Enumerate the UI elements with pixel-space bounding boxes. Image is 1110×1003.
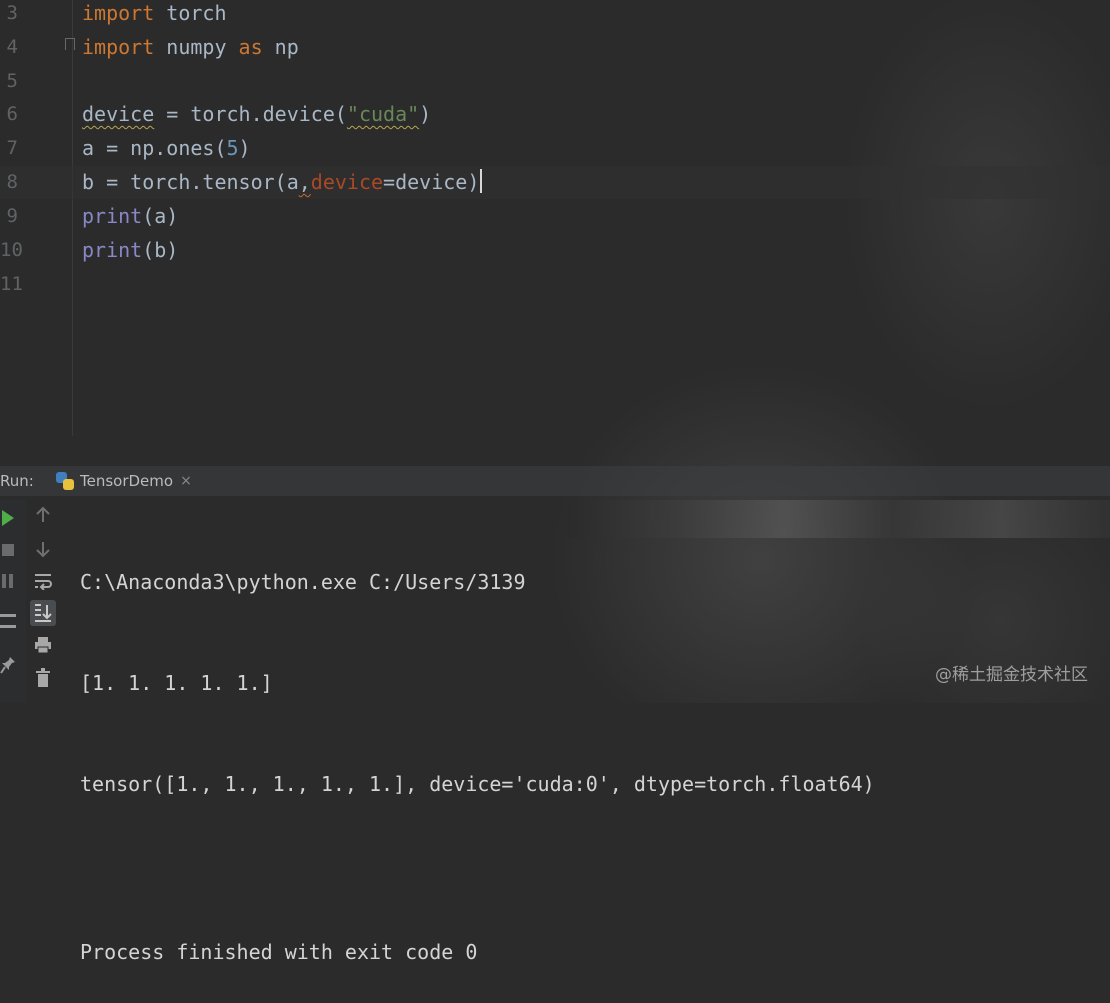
scroll-to-end-icon[interactable] — [30, 600, 56, 626]
code-line[interactable]: 5 — [0, 65, 1110, 98]
text-caret — [480, 169, 483, 193]
code-text: device = torch.device("cuda") — [82, 102, 432, 126]
code-line[interactable]: 10 print(b) — [0, 234, 1110, 267]
code-line[interactable]: 11 — [0, 268, 1110, 301]
code-line[interactable]: 4 import numpy as np — [0, 31, 1110, 64]
code-text: b = torch.tensor(a,device=device) — [82, 166, 483, 199]
close-icon[interactable]: × — [180, 473, 192, 489]
line-number: 9 — [6, 205, 18, 227]
code-text: a = np.ones(5) — [82, 136, 251, 160]
code-editor[interactable]: 3 import torch 4 import numpy as np 5 6 … — [0, 0, 1110, 436]
code-line[interactable]: 7 a = np.ones(5) — [0, 132, 1110, 165]
trash-icon[interactable] — [35, 668, 51, 692]
code-line-current[interactable]: 8 b = torch.tensor(a,device=device) — [0, 166, 1110, 199]
line-number: 7 — [6, 137, 18, 159]
console-line: tensor([1., 1., 1., 1., 1.], device='cud… — [80, 771, 875, 796]
stop-icon[interactable] — [2, 544, 14, 556]
run-tool-window-header: Run: TensorDemo × — [0, 466, 1110, 496]
console-line: [1. 1. 1. 1. 1.] — [80, 670, 273, 695]
code-text: import numpy as np — [82, 35, 299, 59]
run-tab-tensordemo[interactable]: TensorDemo × — [56, 466, 192, 496]
play-icon[interactable] — [2, 510, 14, 526]
console-line: C:\Anaconda3\python.exe C:/Users/3139 — [80, 570, 526, 595]
line-number: 8 — [6, 171, 18, 193]
code-line[interactable]: 9 print(a) — [0, 200, 1110, 233]
console-line: Process finished with exit code 0 — [80, 939, 478, 964]
arrow-up-icon[interactable] — [35, 506, 51, 528]
watermark: @稀土掘金技术社区 — [935, 665, 1088, 685]
line-number: 11 — [0, 273, 23, 295]
code-text: print(a) — [82, 204, 179, 228]
line-number: 4 — [6, 36, 18, 58]
redacted-path-mosaic — [568, 500, 1110, 538]
soft-wrap-icon[interactable] — [34, 572, 52, 594]
python-icon — [56, 472, 74, 490]
code-line[interactable]: 6 device = torch.device("cuda") — [0, 98, 1110, 131]
console-output[interactable]: C:\Anaconda3\python.exe C:/Users/3139 [1… — [80, 499, 875, 1003]
arrow-down-icon[interactable] — [35, 540, 51, 562]
pin-icon[interactable] — [0, 656, 16, 679]
run-tab-label: TensorDemo — [80, 472, 174, 490]
pause-icon[interactable] — [2, 574, 14, 588]
line-number: 10 — [0, 239, 23, 261]
code-line[interactable]: 3 import torch — [0, 0, 1110, 30]
line-number: 6 — [6, 103, 18, 125]
run-label: Run: — [0, 472, 34, 490]
code-text: import torch — [82, 1, 227, 25]
layout-icon[interactable] — [0, 614, 16, 628]
line-number: 5 — [6, 70, 18, 92]
line-number: 3 — [6, 2, 18, 24]
print-icon[interactable] — [34, 636, 52, 658]
code-text: print(b) — [82, 238, 179, 262]
